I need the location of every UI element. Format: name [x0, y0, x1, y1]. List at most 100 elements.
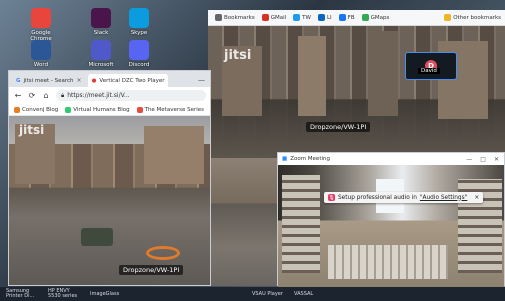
taskbar-item[interactable]: HP ENVY 5530 series: [46, 288, 86, 300]
close-prompt-icon[interactable]: ×: [474, 195, 479, 201]
browser-window-left[interactable]: G jitsi meet - Search × ● Vertical DZC T…: [8, 70, 211, 286]
bookmark-item[interactable]: TW: [293, 14, 311, 21]
bookmark-label: Virtual Humans Blog: [73, 106, 130, 113]
word-icon: [31, 40, 51, 60]
desktop-shortcut[interactable]: Discord: [118, 40, 160, 68]
chrome-icon: [31, 8, 51, 28]
bookmark-favicon-icon: [136, 106, 143, 113]
jitsi-logo: jitsi: [19, 123, 45, 137]
desktop-shortcut[interactable]: Skype: [118, 8, 160, 36]
david-thumbnail[interactable]: D David: [405, 52, 457, 80]
tab-label: Vertical DZC Two Player: [99, 77, 165, 84]
home-icon[interactable]: ⌂: [42, 91, 50, 100]
desktop-shortcut-label: Word: [33, 62, 49, 68]
building: [144, 126, 204, 184]
jitsi-tab-icon: ●: [91, 77, 97, 84]
zoom-title-bar: ■ Zoom Meeting — □ ✕: [278, 153, 504, 165]
desk-items: [328, 245, 448, 279]
tab-vertical-dzc[interactable]: ● Vertical DZC Two Player: [87, 74, 169, 87]
audio-prompt-text: Setup professional audio in: [338, 194, 417, 201]
folder-icon: [444, 14, 452, 21]
david-name-label: David: [418, 68, 440, 74]
desktop-shortcut[interactable]: Word: [20, 40, 62, 68]
desktop-shortcut[interactable]: Microsoft: [80, 40, 122, 68]
bookmark-favicon-icon: [65, 106, 72, 113]
facebook-icon: [338, 14, 346, 21]
bookmark-label: GMail: [270, 14, 287, 21]
bookmark-label: TW: [302, 14, 311, 21]
desktop-shortcut-label: Microsoft: [88, 62, 114, 68]
zoom-icon: ■: [282, 156, 288, 162]
bookmark-item[interactable]: Other bookmarks: [444, 14, 501, 21]
bookmarks-bar-left: Convenj Blog Virtual Humans Blog The Metav…: [9, 104, 210, 116]
linkedin-icon: [317, 14, 325, 21]
jitsi-window-right[interactable]: Bookmarks GMail TW LI FB GMaps Other bookmarks…: [208, 10, 505, 158]
bookmark-item[interactable]: LI: [317, 14, 332, 21]
bookmarks-bar: Bookmarks GMail TW LI FB GMaps Other bookmarks: [208, 10, 505, 26]
back-icon[interactable]: ←: [14, 91, 22, 100]
bookmark-label: GMaps: [370, 14, 390, 21]
bookmark-item[interactable]: Bookmarks: [215, 14, 255, 21]
gmail-icon: [261, 14, 269, 21]
desktop-shortcut-label: Discord: [128, 62, 150, 68]
window-minimize-icon[interactable]: —: [198, 76, 210, 87]
address-bar[interactable]: 🔒︎ https://meet.jit.si/V...: [56, 90, 206, 101]
desktop-shortcut[interactable]: Google Chrome: [20, 8, 62, 42]
zoom-meeting-window[interactable]: ■ Zoom Meeting — □ ✕ 🎙︎ Setup profession…: [277, 152, 505, 287]
participant-name-label: Dropzone/VW-1PI: [119, 265, 184, 275]
maximize-icon[interactable]: □: [480, 156, 486, 163]
discord-icon: [129, 40, 149, 60]
twitter-icon: [293, 14, 301, 21]
taskbar: Samsung Printer Di... HP ENVY 5530 series…: [0, 287, 505, 301]
close-tab-icon[interactable]: ×: [77, 77, 82, 84]
bookmark-label: LI: [326, 14, 332, 21]
zoom-title: Zoom Meeting: [290, 156, 330, 162]
tank: [81, 228, 113, 246]
taskbar-item[interactable]: VASSAL: [292, 291, 332, 298]
taskbar-item[interactable]: ImageGlass: [88, 291, 128, 298]
bookmark-item[interactable]: GMail: [261, 14, 287, 21]
desktop-shortcut-label: Slack: [93, 30, 109, 36]
jitsi-logo: jitsi: [224, 48, 252, 63]
jitsi-video-stage-left[interactable]: jitsi Dropzone/VW-1PI: [9, 116, 210, 285]
close-icon[interactable]: ✕: [494, 156, 499, 163]
maps-icon: [361, 14, 369, 21]
taskbar-item[interactable]: VSAU Player: [250, 291, 290, 298]
zoom-video[interactable]: 🎙︎ Setup professional audio in "Audio Se…: [278, 165, 504, 287]
slack-icon: [91, 8, 111, 28]
bookmark-item[interactable]: GMaps: [361, 14, 390, 21]
bookmark-label: Bookmarks: [224, 14, 255, 21]
bookmark-label: Convenj Blog: [22, 106, 59, 113]
bookmark-label: FB: [347, 14, 355, 21]
lock-icon: 🔒︎: [61, 91, 65, 99]
skype-icon: [129, 8, 149, 28]
url-text: https://meet.jit.si/V...: [67, 92, 130, 99]
bookmark-label: Other bookmarks: [453, 14, 501, 21]
navigation-bar: ← ⟳ ⌂ 🔒︎ https://meet.jit.si/V...: [9, 87, 210, 104]
minimize-icon[interactable]: —: [466, 156, 472, 163]
tab-bar: G jitsi meet - Search × ● Vertical DZC T…: [9, 71, 210, 87]
desktop-shortcut-label: Skype: [130, 30, 148, 36]
reload-icon[interactable]: ⟳: [28, 91, 36, 100]
desktop-shortcut[interactable]: Slack: [80, 8, 122, 36]
microphone-icon: 🎙︎: [328, 194, 335, 201]
participant-name-label: Dropzone/VW-1PI: [306, 122, 371, 132]
google-icon: G: [16, 77, 21, 84]
jitsi-video-stage[interactable]: jitsi Dropzone/VW-1PI D David: [208, 26, 505, 158]
orange-ring: [146, 246, 180, 260]
bookshelf: [282, 175, 320, 273]
bookmark-item[interactable]: Virtual Humans Blog: [65, 106, 130, 113]
audio-settings-link[interactable]: "Audio Settings": [420, 195, 467, 201]
tab-label: jitsi meet - Search: [23, 77, 74, 84]
bookmark-label: The Metaverse Series: [144, 106, 205, 113]
tab-jitsi-search[interactable]: G jitsi meet - Search ×: [12, 74, 86, 87]
taskbar-item[interactable]: Samsung Printer Di...: [4, 288, 44, 300]
star-icon: [215, 14, 222, 21]
audio-settings-prompt[interactable]: 🎙︎ Setup professional audio in "Audio Se…: [324, 192, 484, 203]
bookmark-item[interactable]: Convenj Blog: [14, 106, 59, 113]
teams-icon: [91, 40, 111, 60]
bookmark-item[interactable]: FB: [338, 14, 355, 21]
bookmark-favicon-icon: [14, 106, 20, 113]
bookmark-item[interactable]: The Metaverse Series: [136, 106, 205, 113]
background-game-view: [211, 158, 277, 286]
